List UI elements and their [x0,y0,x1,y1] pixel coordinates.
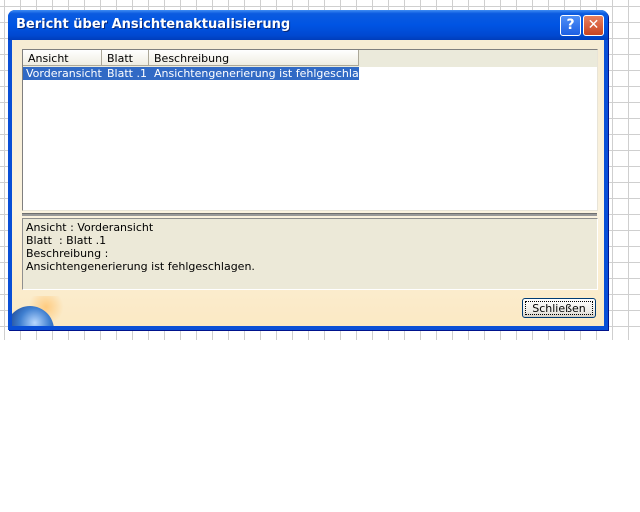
cell-ansicht: Vorderansicht [26,67,102,80]
details-panel: Ansicht : Vorderansicht Blatt : Blatt .1… [22,218,598,290]
report-dialog: Bericht über Ansichtenaktualisierung ? ✕… [8,10,608,330]
column-header-beschreibung[interactable]: Beschreibung [149,50,359,66]
close-button[interactable]: Schließen [522,298,596,318]
column-header-blatt[interactable]: Blatt [102,50,149,66]
title-bar[interactable]: Bericht über Ansichtenaktualisierung ? ✕ [8,10,608,40]
cell-beschreibung: Ansichtengenerierung ist fehlgeschlagen. [154,67,383,80]
detail-beschreibung-text: Ansichtengenerierung ist fehlgeschlagen. [26,260,255,273]
close-window-button[interactable]: ✕ [583,15,604,36]
help-icon: ? [566,17,575,33]
report-list[interactable]: Ansicht Blatt Beschreibung Vorderansicht… [22,49,598,211]
help-button[interactable]: ? [560,15,581,36]
detail-beschreibung-label: Beschreibung : [26,247,109,260]
close-button-label: Schließen [525,301,593,315]
detail-blatt: Blatt : Blatt .1 [26,234,107,247]
dialog-client-area: Ansicht Blatt Beschreibung Vorderansicht… [12,40,604,326]
table-row[interactable]: Vorderansicht Blatt .1 Ansichtengenerier… [23,67,383,80]
panel-splitter[interactable] [22,213,597,216]
detail-ansicht: Ansicht : Vorderansicht [26,221,154,234]
globe-logo [12,296,64,326]
list-header: Ansicht Blatt Beschreibung [23,50,597,67]
close-icon: ✕ [587,17,600,33]
cell-blatt: Blatt .1 [107,67,147,80]
column-header-ansicht[interactable]: Ansicht [23,50,102,66]
blank-area [0,344,640,512]
dialog-title: Bericht über Ansichtenaktualisierung [16,17,291,32]
